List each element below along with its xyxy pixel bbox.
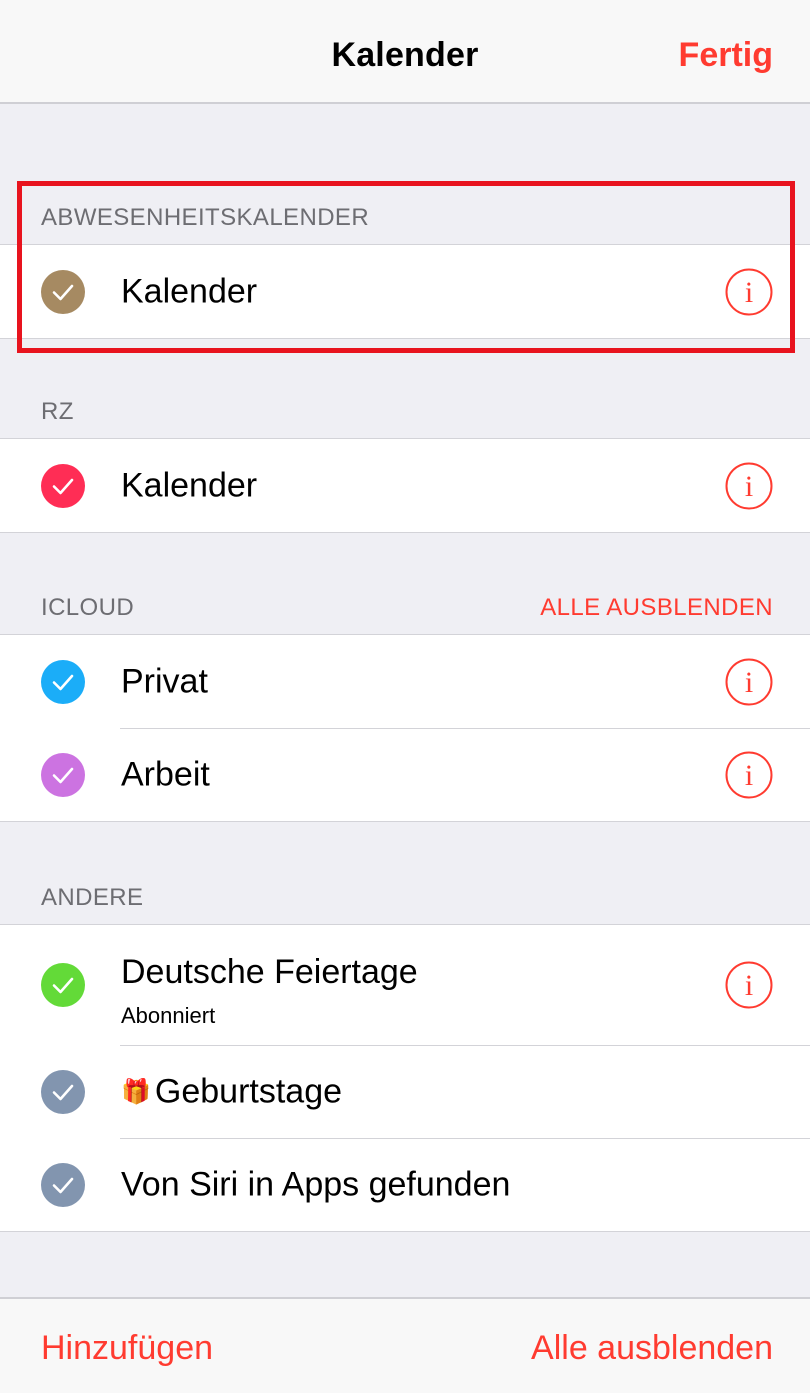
- calendar-name: Kalender: [121, 466, 258, 504]
- calendar-row-geburtstage[interactable]: 🎁 Geburtstage: [0, 1045, 810, 1138]
- hide-all-icloud-button[interactable]: ALLE AUSBLENDEN: [540, 594, 773, 622]
- info-icon[interactable]: i: [724, 461, 774, 511]
- calendar-row-siri-found[interactable]: Von Siri in Apps gefunden: [0, 1138, 810, 1231]
- calendar-row-deutsche-feiertage[interactable]: Deutsche Feiertage Abonniert i: [0, 925, 810, 1045]
- add-calendar-button[interactable]: Hinzufügen: [41, 1329, 213, 1368]
- checkmark-icon[interactable]: [41, 1069, 85, 1114]
- section-header-icloud: ICLOUD ALLE AUSBLENDEN: [0, 574, 810, 634]
- bottom-toolbar: Hinzufügen Alle ausblenden: [0, 1297, 810, 1393]
- calendar-name: Von Siri in Apps gefunden: [121, 1165, 511, 1203]
- info-icon[interactable]: i: [724, 960, 774, 1010]
- calendar-name: Arbeit: [121, 755, 210, 793]
- checkmark-icon[interactable]: [41, 463, 85, 508]
- svg-text:i: i: [745, 276, 753, 309]
- checkmark-icon[interactable]: [41, 659, 85, 704]
- calendar-group-rz: Kalender i: [0, 438, 810, 533]
- svg-text:i: i: [745, 666, 753, 699]
- info-icon[interactable]: i: [724, 750, 774, 800]
- calendar-group-icloud: Privat i Arbeit i: [0, 634, 810, 822]
- checkmark-icon[interactable]: [41, 269, 85, 314]
- section-header-label: RZ: [41, 398, 74, 425]
- gift-icon: 🎁: [121, 1078, 151, 1105]
- svg-text:i: i: [745, 969, 753, 1002]
- calendar-subtitle: Abonniert: [121, 1003, 216, 1028]
- checkmark-icon[interactable]: [41, 963, 85, 1007]
- calendar-name: Privat: [121, 662, 208, 700]
- calendar-group-andere: Deutsche Feiertage Abonniert i 🎁 Geburtst…: [0, 924, 810, 1232]
- info-icon[interactable]: i: [724, 657, 774, 707]
- navigation-bar: Kalender Fertig: [0, 0, 810, 104]
- section-header-abwesenheitskalender: ABWESENHEITSKALENDER: [0, 184, 810, 244]
- calendar-name: Deutsche Feiertage: [121, 953, 418, 991]
- calendar-group-abwesenheitskalender: Kalender i: [0, 244, 810, 339]
- section-header-label: ABWESENHEITSKALENDER: [41, 204, 370, 231]
- info-icon[interactable]: i: [724, 267, 774, 317]
- calendar-row-privat[interactable]: Privat i: [0, 635, 810, 728]
- svg-text:i: i: [745, 759, 753, 792]
- done-button[interactable]: Fertig: [679, 36, 773, 75]
- checkmark-icon[interactable]: [41, 1162, 85, 1207]
- section-header-label: ANDERE: [41, 884, 144, 911]
- svg-text:i: i: [745, 470, 753, 503]
- calendar-name: Geburtstage: [154, 1072, 343, 1110]
- calendar-row-arbeit[interactable]: Arbeit i: [0, 728, 810, 821]
- calendar-name-wrapper: 🎁 Geburtstage: [121, 1072, 342, 1111]
- section-header-rz: RZ: [0, 378, 810, 438]
- checkmark-icon[interactable]: [41, 752, 85, 797]
- section-header-andere: ANDERE: [0, 864, 810, 924]
- calendar-row-rz-kalender[interactable]: Kalender i: [0, 439, 810, 532]
- calendar-name: Kalender: [121, 272, 258, 310]
- calendar-row-abwesenheit-kalender[interactable]: Kalender i: [0, 245, 810, 338]
- section-header-label: ICLOUD: [41, 594, 135, 621]
- hide-all-button[interactable]: Alle ausblenden: [531, 1329, 773, 1368]
